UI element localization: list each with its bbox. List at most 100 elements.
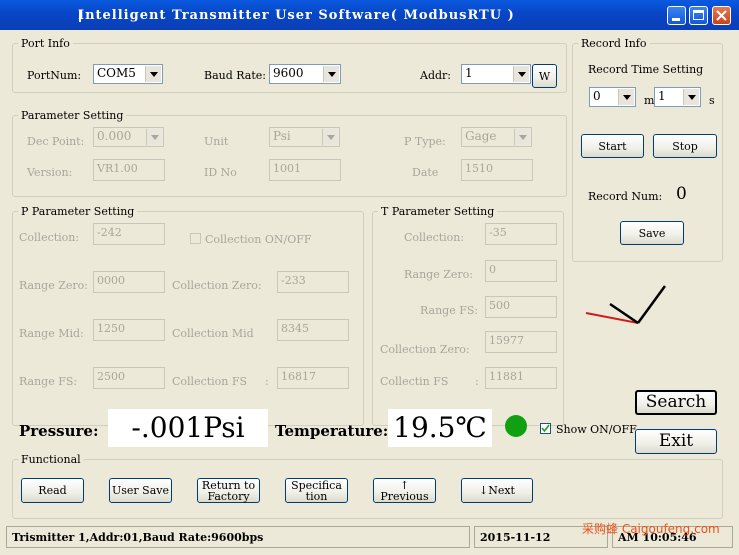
maximize-button[interactable] (689, 6, 708, 25)
parameter-setting-group: Parameter Setting Dec Point: 0.000 Unit … (12, 109, 567, 197)
p-collection-fs-label: Collection FS (172, 375, 248, 388)
record-num-value: 0 (676, 184, 687, 204)
functional-group: Functional Read User Save Return to Fact… (12, 453, 723, 519)
date-label: Date (412, 166, 439, 179)
return-to-factory-line1: Return to (201, 478, 256, 492)
t-collectin-fs-field: 11881 (485, 367, 557, 389)
start-record-button[interactable]: Start (581, 134, 644, 158)
close-icon (716, 10, 727, 21)
chevron-down-icon[interactable] (513, 66, 529, 82)
record-seconds-select[interactable]: 1 (654, 87, 701, 107)
version-field: VR1.00 (93, 159, 165, 181)
previous-button[interactable]: ↑ Previous (373, 478, 436, 503)
temperature-label: Temperature: (275, 422, 389, 440)
t-collection-zero-label: Collection Zero: (380, 343, 470, 356)
window-client: Port Info PortNum: COM5 Baud Rate: 9600 … (4, 30, 735, 524)
show-onoff-label: Show ON/OFF (556, 423, 637, 436)
parameter-setting-label: Parameter Setting (18, 109, 127, 122)
window-title: Intelligent Transmitter User Software( M… (78, 8, 515, 23)
chevron-down-icon[interactable] (145, 66, 161, 82)
next-button[interactable]: ↓Next (461, 478, 533, 503)
search-button[interactable]: Search (635, 390, 717, 415)
pressure-label: Pressure: (19, 422, 99, 440)
user-save-button[interactable]: User Save (109, 478, 172, 503)
record-seconds-value: 1 (658, 89, 666, 103)
close-button[interactable] (712, 6, 731, 25)
stop-record-button[interactable]: Stop (653, 134, 717, 158)
t-collection-field: -35 (485, 223, 557, 245)
dec-point-select: 0.000 (93, 127, 164, 147)
minutes-unit: m (644, 94, 655, 107)
p-collection-mid-field: 8345 (277, 319, 349, 341)
record-minutes-select[interactable]: 0 (589, 87, 636, 107)
checkmark-icon (541, 424, 550, 433)
functional-label: Functional (18, 453, 84, 466)
previous-label: Previous (380, 489, 429, 503)
p-parameter-label: P Parameter Setting (18, 205, 138, 218)
t-parameter-label: T Parameter Setting (378, 205, 498, 218)
unit-value: Psi (273, 129, 291, 143)
specification-line1: Specifica (291, 478, 342, 492)
baud-rate-value: 9600 (273, 66, 304, 80)
addr-value: 1 (465, 66, 473, 80)
baud-rate-label: Baud Rate: (204, 69, 266, 82)
portnum-label: PortNum: (27, 69, 82, 82)
unit-select: Psi (269, 127, 340, 147)
version-label: Version: (27, 166, 73, 179)
dec-point-label: Dec Point: (27, 135, 85, 148)
exit-button[interactable]: Exit (635, 429, 717, 454)
baud-rate-select[interactable]: 9600 (269, 64, 341, 84)
collection-onoff-label: Collection ON/OFF (205, 233, 312, 246)
addr-label: Addr: (420, 69, 451, 82)
t-collection-label: Collection: (404, 231, 465, 244)
record-time-setting-label: Record Time Setting (588, 63, 704, 76)
collection-onoff-checkbox (190, 233, 201, 244)
ptype-select: Gage (461, 127, 532, 147)
arrow-up-icon: ↑ (399, 478, 410, 492)
chevron-down-icon[interactable] (683, 89, 699, 105)
p-range-zero-label: Range Zero: (19, 279, 88, 292)
show-onoff-checkbox[interactable] (540, 423, 551, 434)
return-to-factory-button[interactable]: Return to Factory (197, 478, 260, 503)
portnum-select[interactable]: COM5 (93, 64, 163, 84)
minimize-icon (672, 18, 680, 21)
p-collection-field: -242 (93, 223, 165, 245)
t-range-fs-field: 500 (485, 296, 557, 318)
record-info-label: Record Info (578, 37, 650, 50)
minimize-button[interactable] (667, 6, 686, 25)
specification-button[interactable]: Specifica tion (285, 478, 348, 503)
return-to-factory-line2: Factory (207, 489, 250, 503)
read-button[interactable]: Read (21, 478, 84, 503)
status-indicator (505, 415, 527, 437)
idno-label: ID No (204, 166, 237, 179)
watermark: 采购蜂 Caigoufeng.com (582, 522, 720, 536)
p-range-zero-field: 0000 (93, 271, 165, 293)
idno-field: 1001 (269, 159, 341, 181)
chevron-down-icon[interactable] (618, 89, 634, 105)
chevron-down-icon (322, 129, 338, 145)
specification-line2: tion (305, 489, 328, 503)
save-record-button[interactable]: Save (620, 221, 684, 245)
p-range-fs-label: Range FS: (19, 375, 78, 388)
t-range-fs-label: Range FS: (420, 304, 479, 317)
t-range-zero-field: 0 (485, 260, 557, 282)
t-collection-zero-field: 15977 (485, 331, 557, 353)
p-collection-mid-label: Collection Mid (172, 327, 254, 340)
addr-select[interactable]: 1 (461, 64, 531, 84)
chevron-down-icon (514, 129, 530, 145)
record-minutes-value: 0 (593, 89, 601, 103)
chevron-down-icon[interactable] (323, 66, 339, 82)
t-range-zero-label: Range Zero: (404, 268, 473, 281)
t-collectin-fs-label: Collectin FS (380, 375, 449, 388)
p-collection-label: Collection: (19, 231, 80, 244)
dec-point-value: 0.000 (97, 129, 132, 143)
title-bar[interactable]: Intelligent Transmitter User Software( M… (0, 0, 739, 30)
maximize-icon (693, 10, 704, 20)
ptype-label: P Type: (404, 135, 446, 148)
temperature-display: 19.5℃ (388, 409, 492, 447)
port-info-label: Port Info (18, 37, 73, 50)
write-addr-button[interactable]: W (532, 64, 557, 88)
p-collection-zero-field: -233 (277, 271, 349, 293)
record-info-group: Record Info Record Time Setting 0 m 1 s … (572, 37, 723, 262)
date-field: 1510 (461, 159, 533, 181)
